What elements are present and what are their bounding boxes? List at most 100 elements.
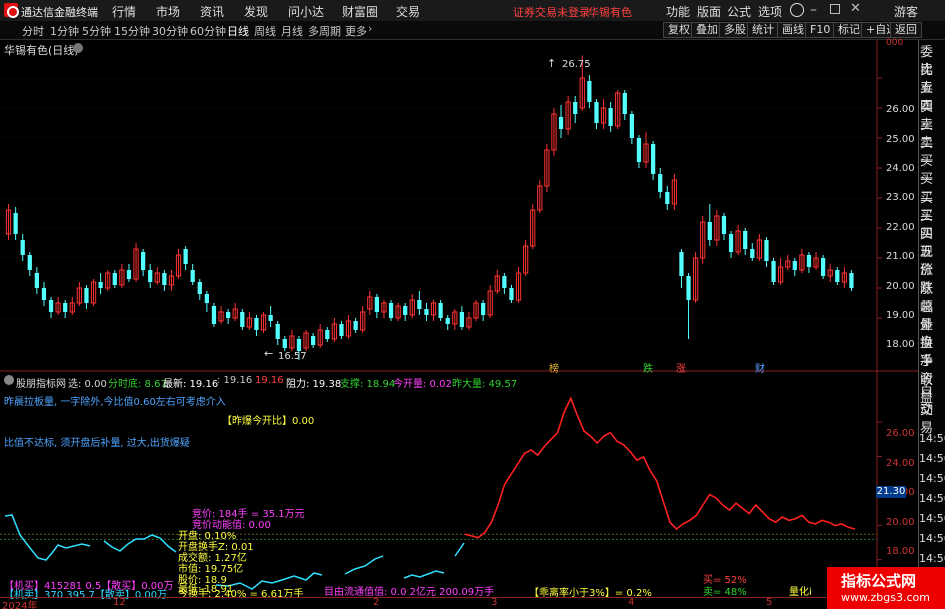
period-monthly[interactable]: 月线 (281, 23, 303, 39)
menu-market[interactable]: 市场 (156, 3, 180, 20)
candle-body-down (112, 273, 117, 285)
lower-y-tick: 20.00 (886, 517, 915, 528)
event-tag-zhang[interactable]: 涨 (676, 360, 686, 375)
candle-body-down (27, 255, 32, 270)
period-60min[interactable]: 60分钟 (190, 23, 226, 39)
candle-body-down (226, 312, 231, 318)
menu-formula[interactable]: 公式 (727, 3, 751, 20)
maximize-icon[interactable] (830, 4, 840, 14)
candle-body-down (594, 102, 599, 123)
current-value-tag: 21.30 (876, 486, 906, 498)
btn-stats[interactable]: 统计 (747, 22, 779, 38)
candle-body-down (403, 306, 408, 315)
y-tick: 18.00 (886, 339, 915, 350)
period-more[interactable]: 更多 (345, 23, 367, 39)
menu-layout[interactable]: 版面 (697, 3, 721, 20)
info-float: 目由流通值值: 0.0 2亿元 200.09万手 (324, 587, 495, 598)
note-line-3: 比值不达标, 须开盘后补量, 过大,出货爆疑 (4, 438, 190, 449)
candle-body-down (98, 282, 103, 288)
candle-body-down (573, 102, 578, 114)
menu-discover[interactable]: 发现 (244, 3, 268, 20)
ind-item-support: 支撑: 18.94 (340, 379, 396, 390)
btn-f10[interactable]: F10 (805, 22, 836, 38)
menu-trade[interactable]: 交易 (396, 3, 420, 20)
candle-body-down (771, 261, 776, 282)
menu-quotes[interactable]: 行情 (112, 3, 136, 20)
indicator-gear-icon[interactable] (4, 375, 14, 385)
y-tick: 20.00 (886, 281, 915, 292)
period-30min[interactable]: 30分钟 (152, 23, 188, 39)
user-icon[interactable] (790, 3, 804, 17)
watermark-title: 指标公式网 (841, 572, 917, 590)
event-tag-bang[interactable]: 榜 (549, 360, 559, 375)
candle-body-down (339, 324, 344, 336)
y-tick: 21.00 (886, 251, 915, 262)
chevron-right-icon[interactable]: › (368, 22, 372, 35)
date-label: 5 (766, 597, 773, 608)
close-icon[interactable]: ✕ (850, 1, 861, 16)
lower-y-tick: 18.00 (886, 546, 915, 557)
candle-body-down (622, 93, 627, 114)
menu-fortune[interactable]: 财富圈 (342, 3, 378, 20)
menu-news[interactable]: 资讯 (200, 3, 224, 20)
candle-body-down (764, 240, 769, 261)
price-grid (0, 40, 918, 609)
candle-body-down (13, 213, 18, 234)
time-label: 14:56 (919, 432, 945, 445)
ind-item-latest-red: 19.16 (255, 375, 284, 386)
period-multi[interactable]: 多周期 (308, 23, 341, 39)
lower-y-tick: 24.00 (886, 458, 915, 469)
indicator-name[interactable]: 股朋指标网 (16, 375, 66, 390)
period-1min[interactable]: 1分钟 (50, 23, 79, 39)
candle-body-down (197, 282, 202, 294)
time-label: 14:56 (919, 452, 945, 465)
minimize-icon[interactable]: – (810, 2, 817, 18)
cyan-indicator-line (403, 570, 445, 579)
period-timeshare[interactable]: 分时 (22, 23, 44, 39)
candle-body-down (20, 240, 25, 255)
cyan-indicator-line (344, 555, 384, 575)
btn-back[interactable]: 返回 (890, 22, 922, 38)
chart-canvas (0, 40, 918, 609)
candle-body-down (636, 138, 642, 162)
time-label: 14:56 (919, 472, 945, 485)
event-tag-cai[interactable]: 财 (755, 360, 765, 375)
candle-body-down (204, 294, 209, 303)
candle-body-down (141, 252, 146, 270)
dropdown-icon[interactable] (73, 43, 83, 53)
candle-body-down (417, 300, 422, 309)
indicator-curve (464, 396, 856, 539)
period-5min[interactable]: 5分钟 (82, 23, 111, 39)
info-sell-pct: 卖= 48% (703, 587, 747, 598)
candle-body-down (806, 255, 812, 267)
time-label: 14:56 (919, 532, 945, 545)
candle-body-down (629, 114, 634, 138)
candle-body-down (587, 81, 592, 102)
app-logo-icon (4, 3, 19, 18)
candle-body-down (162, 273, 167, 285)
y-tick: 24.00 (886, 163, 915, 174)
candle-body-down (126, 270, 132, 279)
cyan-indicator-line (103, 534, 177, 553)
candle-body-down (282, 339, 287, 348)
candle-body-down (743, 231, 748, 249)
guest-label[interactable]: 游客 (894, 3, 918, 20)
candle-body-down (240, 312, 245, 327)
period-15min[interactable]: 15分钟 (114, 23, 150, 39)
login-notice[interactable]: 证券交易未登录 (513, 4, 590, 20)
candle-body-down (296, 339, 302, 351)
axis-top-label: 000 (886, 38, 904, 48)
high-arrow-icon: ↑ (547, 57, 557, 70)
candle-body-down (821, 258, 826, 276)
ind-item-latest-2: : 19.16 (217, 375, 253, 386)
candle-body-down (658, 174, 663, 192)
candle-body-down (190, 270, 195, 282)
chart-title: 华锡有色(日线) (4, 44, 79, 57)
menu-wenxiaoda[interactable]: 问小达 (288, 3, 324, 20)
menu-options[interactable]: 选项 (758, 3, 782, 20)
candle-body-down (41, 288, 47, 300)
period-weekly[interactable]: 周线 (254, 23, 276, 39)
menu-function[interactable]: 功能 (666, 3, 690, 20)
period-daily[interactable]: 日线 (227, 23, 249, 39)
event-tag-die[interactable]: 跌 (643, 360, 653, 375)
